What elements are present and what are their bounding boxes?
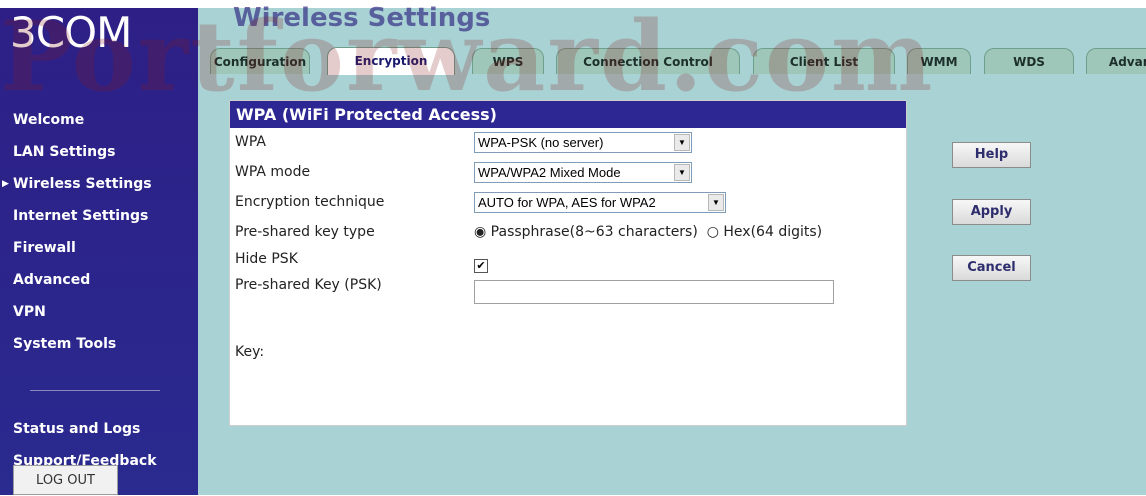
wpa-select-value: WPA-PSK (no server) [478,135,604,150]
cancel-button[interactable]: Cancel [952,255,1031,281]
sidebar-item-status-and-logs[interactable]: Status and Logs [0,413,198,445]
sidebar-item-label: Status and Logs [13,421,141,437]
sidebar-item-label: Welcome [13,112,85,128]
encryption-select-value: AUTO for WPA, AES for WPA2 [478,195,656,210]
help-button[interactable]: Help [952,142,1031,168]
hide-psk-label: Hide PSK [235,251,298,267]
wpa-panel: WPA (WiFi Protected Access) WPA WPA-PSK … [229,100,907,426]
tab-wps[interactable]: WPS [472,48,544,74]
top-strip [0,0,1146,8]
tab-client-list[interactable]: Client List [753,48,895,74]
sidebar-item-vpn[interactable]: VPN [0,296,198,328]
psk-label: Pre-shared Key (PSK) [235,277,382,293]
hide-psk-checkbox[interactable]: ✔ [474,259,488,273]
radio-passphrase-label: Passphrase(8~63 characters) [490,224,698,240]
sidebar-item-label: Wireless Settings [13,176,152,192]
sidebar-item-label: LAN Settings [13,144,116,160]
radio-hex-label: Hex(64 digits) [723,224,823,240]
sidebar-item-label: Internet Settings [13,208,149,224]
tab-configuration[interactable]: Configuration [210,48,310,74]
panel-title: WPA (WiFi Protected Access) [230,101,906,128]
wpa-mode-select-value: WPA/WPA2 Mixed Mode [478,165,621,180]
psk-input-wrap [474,280,834,304]
sidebar-item-label: VPN [13,304,46,320]
sidebar-item-label: System Tools [13,336,117,352]
encryption-select[interactable]: AUTO for WPA, AES for WPA2 ▼ [474,192,726,213]
radio-passphrase[interactable]: ◉ [474,224,486,240]
sidebar-item-label: Firewall [13,240,76,256]
sidebar-item-firewall[interactable]: Firewall [0,232,198,264]
wpa-mode-select[interactable]: WPA/WPA2 Mixed Mode ▼ [474,162,692,183]
chevron-down-icon[interactable]: ▼ [674,134,690,151]
wpa-mode-select-wrap: WPA/WPA2 Mixed Mode ▼ [474,162,692,183]
sidebar-item-system-tools[interactable]: System Tools [0,328,198,360]
sidebar: 3COM Welcome LAN Settings ▶ Wireless Sett… [0,8,198,495]
sidebar-item-internet-settings[interactable]: Internet Settings [0,200,198,232]
psk-type-radios: ◉ Passphrase(8~63 characters) ○ Hex(64 d… [474,224,822,240]
tab-encryption[interactable]: Encryption [327,47,455,75]
chevron-down-icon[interactable]: ▼ [708,194,724,211]
tab-bar: Configuration Encryption WPS Connection … [210,47,1146,76]
encryption-select-wrap: AUTO for WPA, AES for WPA2 ▼ [474,192,726,213]
sidebar-item-wireless-settings[interactable]: ▶ Wireless Settings [0,168,198,200]
sidebar-item-welcome[interactable]: Welcome [0,104,198,136]
brand-logo: 3COM [10,8,132,57]
sidebar-item-lan-settings[interactable]: LAN Settings [0,136,198,168]
chevron-down-icon[interactable]: ▼ [674,164,690,181]
logout-button[interactable]: LOG OUT [13,465,118,495]
psk-type-label: Pre-shared key type [235,224,375,240]
radio-hex[interactable]: ○ [707,224,719,240]
apply-button[interactable]: Apply [952,199,1031,225]
tab-wmm[interactable]: WMM [907,48,971,74]
hide-psk-wrap: ✔ [474,254,488,273]
wpa-label: WPA [235,134,266,150]
tab-wds[interactable]: WDS [984,48,1074,74]
sidebar-item-advanced[interactable]: Advanced [0,264,198,296]
wpa-select[interactable]: WPA-PSK (no server) ▼ [474,132,692,153]
tab-advanced[interactable]: Advanced [1086,48,1146,74]
psk-input[interactable] [474,280,834,304]
key-label: Key: [235,344,265,360]
sidebar-item-label: Advanced [13,272,91,288]
wpa-select-wrap: WPA-PSK (no server) ▼ [474,132,692,153]
wpa-mode-label: WPA mode [235,164,311,180]
encryption-label: Encryption technique [235,194,385,210]
page-title: Wireless Settings [233,3,491,33]
selected-arrow-icon: ▶ [2,179,9,189]
sidebar-nav: Welcome LAN Settings ▶ Wireless Settings … [0,104,198,477]
tab-connection-control[interactable]: Connection Control [556,48,740,74]
sidebar-divider [30,390,160,391]
